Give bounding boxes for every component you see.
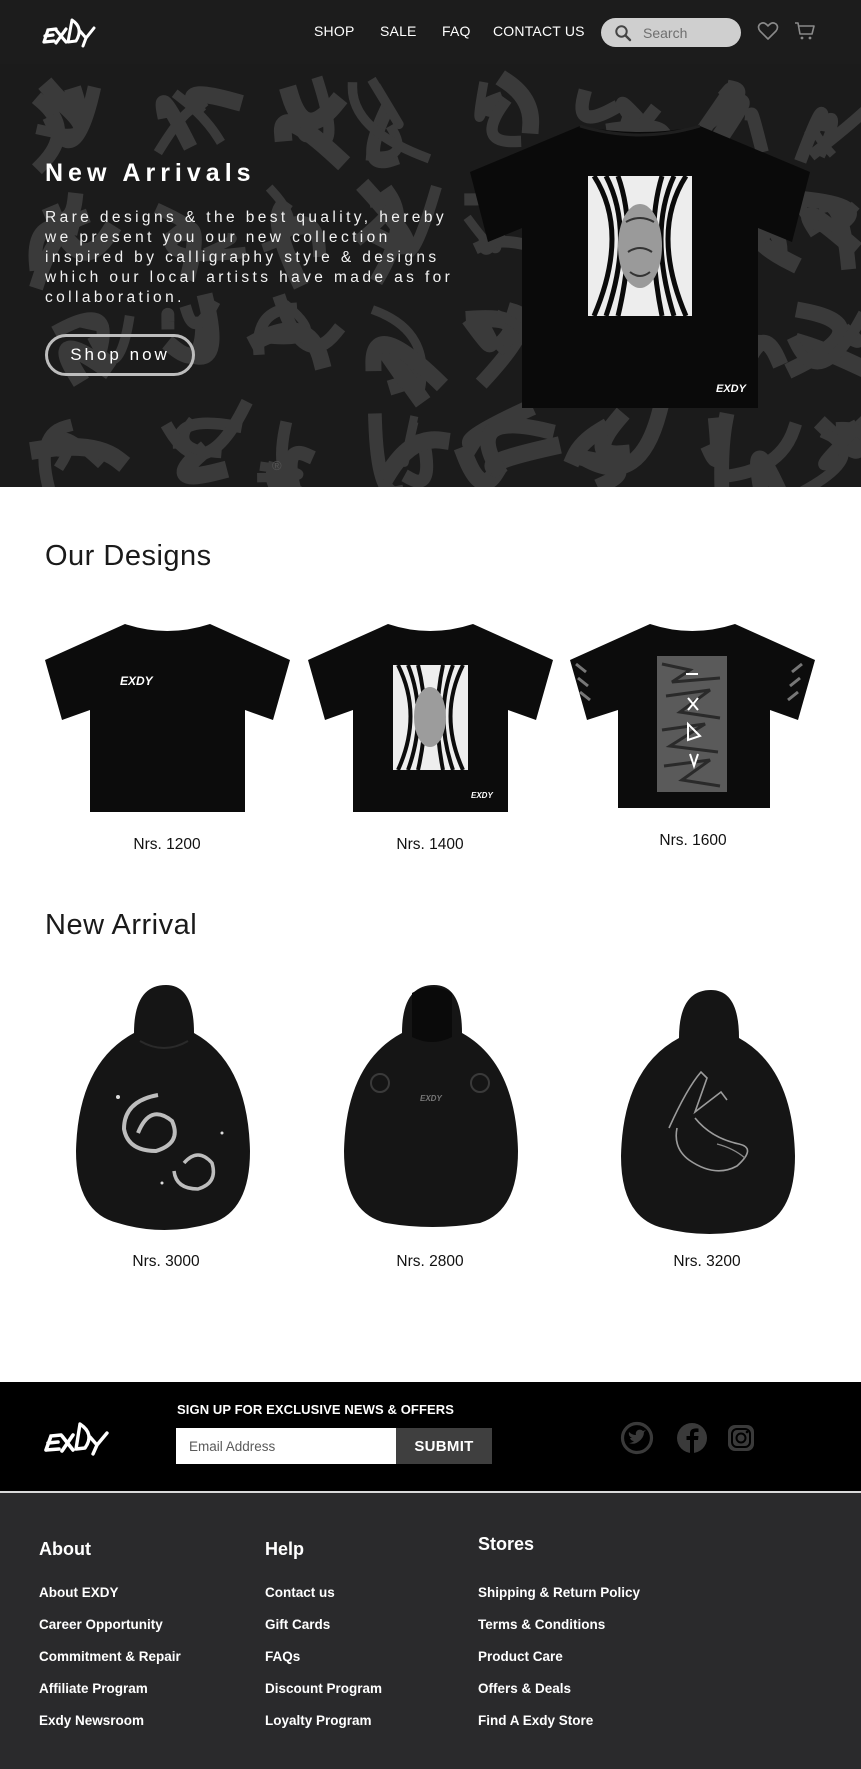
footer-link-terms[interactable]: Terms & Conditions: [478, 1617, 605, 1632]
arrival-card-3[interactable]: [617, 988, 797, 1240]
tshirt-calligraphy-panel-image[interactable]: [570, 620, 815, 815]
shop-now-button[interactable]: Shop now: [45, 334, 195, 376]
top-navbar: SHOP SALE FAQ CONTACT US: [0, 0, 861, 64]
site-footer: About About EXDY Career Opportunity Comm…: [0, 1493, 861, 1769]
arrival-price-1: Nrs. 3000: [132, 1253, 200, 1270]
footer-exdy-logo[interactable]: [42, 1418, 114, 1456]
twitter-icon[interactable]: [620, 1421, 654, 1455]
calligraphy-stroke: [246, 322, 332, 371]
newsletter-heading: SIGN UP FOR EXCLUSIVE NEWS & OFFERS: [177, 1402, 455, 1417]
shirt-logo: EXDY: [716, 383, 748, 395]
footer-link-career[interactable]: Career Opportunity: [39, 1617, 163, 1632]
registered-mark: ®: [272, 458, 282, 473]
instagram-icon[interactable]: [724, 1421, 758, 1455]
hoodie-logo: EXDY: [420, 1094, 442, 1103]
stripe-face-graphic: [588, 174, 692, 317]
footer-link-gift-cards[interactable]: Gift Cards: [265, 1617, 330, 1632]
footer-link-offers[interactable]: Offers & Deals: [478, 1681, 571, 1696]
arrival-price-3: Nrs. 3200: [673, 1253, 741, 1270]
design-card-1[interactable]: EXDY: [45, 620, 290, 815]
footer-link-shipping[interactable]: Shipping & Return Policy: [478, 1585, 640, 1600]
footer-link-faqs[interactable]: FAQs: [265, 1649, 300, 1664]
new-arrival-title: New Arrival: [45, 909, 198, 941]
hoodie-skull-floral-image[interactable]: EXDY: [340, 983, 520, 1231]
submit-button[interactable]: SUBMIT: [396, 1428, 492, 1464]
footer-link-discount[interactable]: Discount Program: [265, 1681, 382, 1696]
design-card-3[interactable]: [570, 620, 815, 815]
hoodie-hand-sketch-image[interactable]: [617, 988, 797, 1240]
calligraphy-stroke: [347, 82, 432, 164]
cart-icon[interactable]: [794, 20, 816, 42]
footer-link-loyalty[interactable]: Loyalty Program: [265, 1713, 372, 1728]
hero-title: New Arrivals: [45, 159, 256, 187]
footer-link-product-care[interactable]: Product Care: [478, 1649, 563, 1664]
nav-link-shop[interactable]: SHOP: [314, 23, 354, 39]
footer-link-affiliate[interactable]: Affiliate Program: [39, 1681, 148, 1696]
heart-icon[interactable]: [757, 20, 779, 42]
footer-link-find-store[interactable]: Find A Exdy Store: [478, 1713, 593, 1728]
footer-link-about-exdy[interactable]: About EXDY: [39, 1585, 119, 1600]
footer-stores-title: Stores: [478, 1534, 535, 1554]
nav-link-faq[interactable]: FAQ: [442, 23, 471, 39]
arrival-price-2: Nrs. 2800: [396, 1253, 464, 1270]
footer-link-contact[interactable]: Contact us: [265, 1585, 335, 1600]
our-designs-title: Our Designs: [45, 540, 212, 572]
search-icon[interactable]: [614, 24, 632, 42]
hoodie-galaxy-image[interactable]: [72, 983, 252, 1237]
design-price-2: Nrs. 1400: [396, 836, 464, 853]
search-input[interactable]: [643, 22, 733, 43]
shirt-logo: EXDY: [471, 791, 493, 800]
calligraphy-stroke: [184, 86, 244, 117]
tshirt-small-logo-image[interactable]: EXDY: [45, 620, 290, 815]
nav-link-sale[interactable]: SALE: [380, 23, 417, 39]
calligraphy-stroke: [750, 450, 786, 487]
arrival-card-1[interactable]: [72, 983, 252, 1237]
nav-link-contact-us[interactable]: CONTACT US: [493, 23, 585, 39]
calligraphy-stroke: [179, 298, 221, 330]
email-field[interactable]: [176, 1428, 396, 1464]
hero-description: Rare designs & the best quality, hereby …: [45, 209, 454, 306]
footer-help-title: Help: [265, 1539, 305, 1559]
calligraphy-stroke: [575, 88, 622, 124]
hero-banner: New Arrivals Rare designs & the best qua…: [0, 64, 861, 487]
search-bar[interactable]: [601, 18, 741, 47]
calligraphy-stroke: [279, 84, 348, 130]
design-card-2[interactable]: EXDY: [308, 620, 553, 815]
hero-tshirt-image: EXDY: [470, 124, 810, 408]
arrival-card-2[interactable]: EXDY: [340, 983, 520, 1231]
footer-link-commitment[interactable]: Commitment & Repair: [39, 1649, 181, 1664]
calligraphy-stroke: [474, 81, 489, 122]
footer-link-newsroom[interactable]: Exdy Newsroom: [39, 1713, 144, 1728]
shirt-logo: EXDY: [120, 674, 154, 688]
facebook-icon[interactable]: [675, 1421, 709, 1455]
design-price-1: Nrs. 1200: [133, 836, 201, 853]
exdy-logo[interactable]: [40, 14, 100, 48]
newsletter-bar: SIGN UP FOR EXCLUSIVE NEWS & OFFERS SUBM…: [0, 1382, 861, 1491]
design-price-3: Nrs. 1600: [659, 832, 727, 849]
calligraphy-stroke: [76, 313, 109, 332]
calligraphy-stroke: [29, 438, 131, 472]
tshirt-stripe-face-image[interactable]: EXDY: [308, 620, 553, 815]
footer-about-title: About: [39, 1539, 91, 1559]
